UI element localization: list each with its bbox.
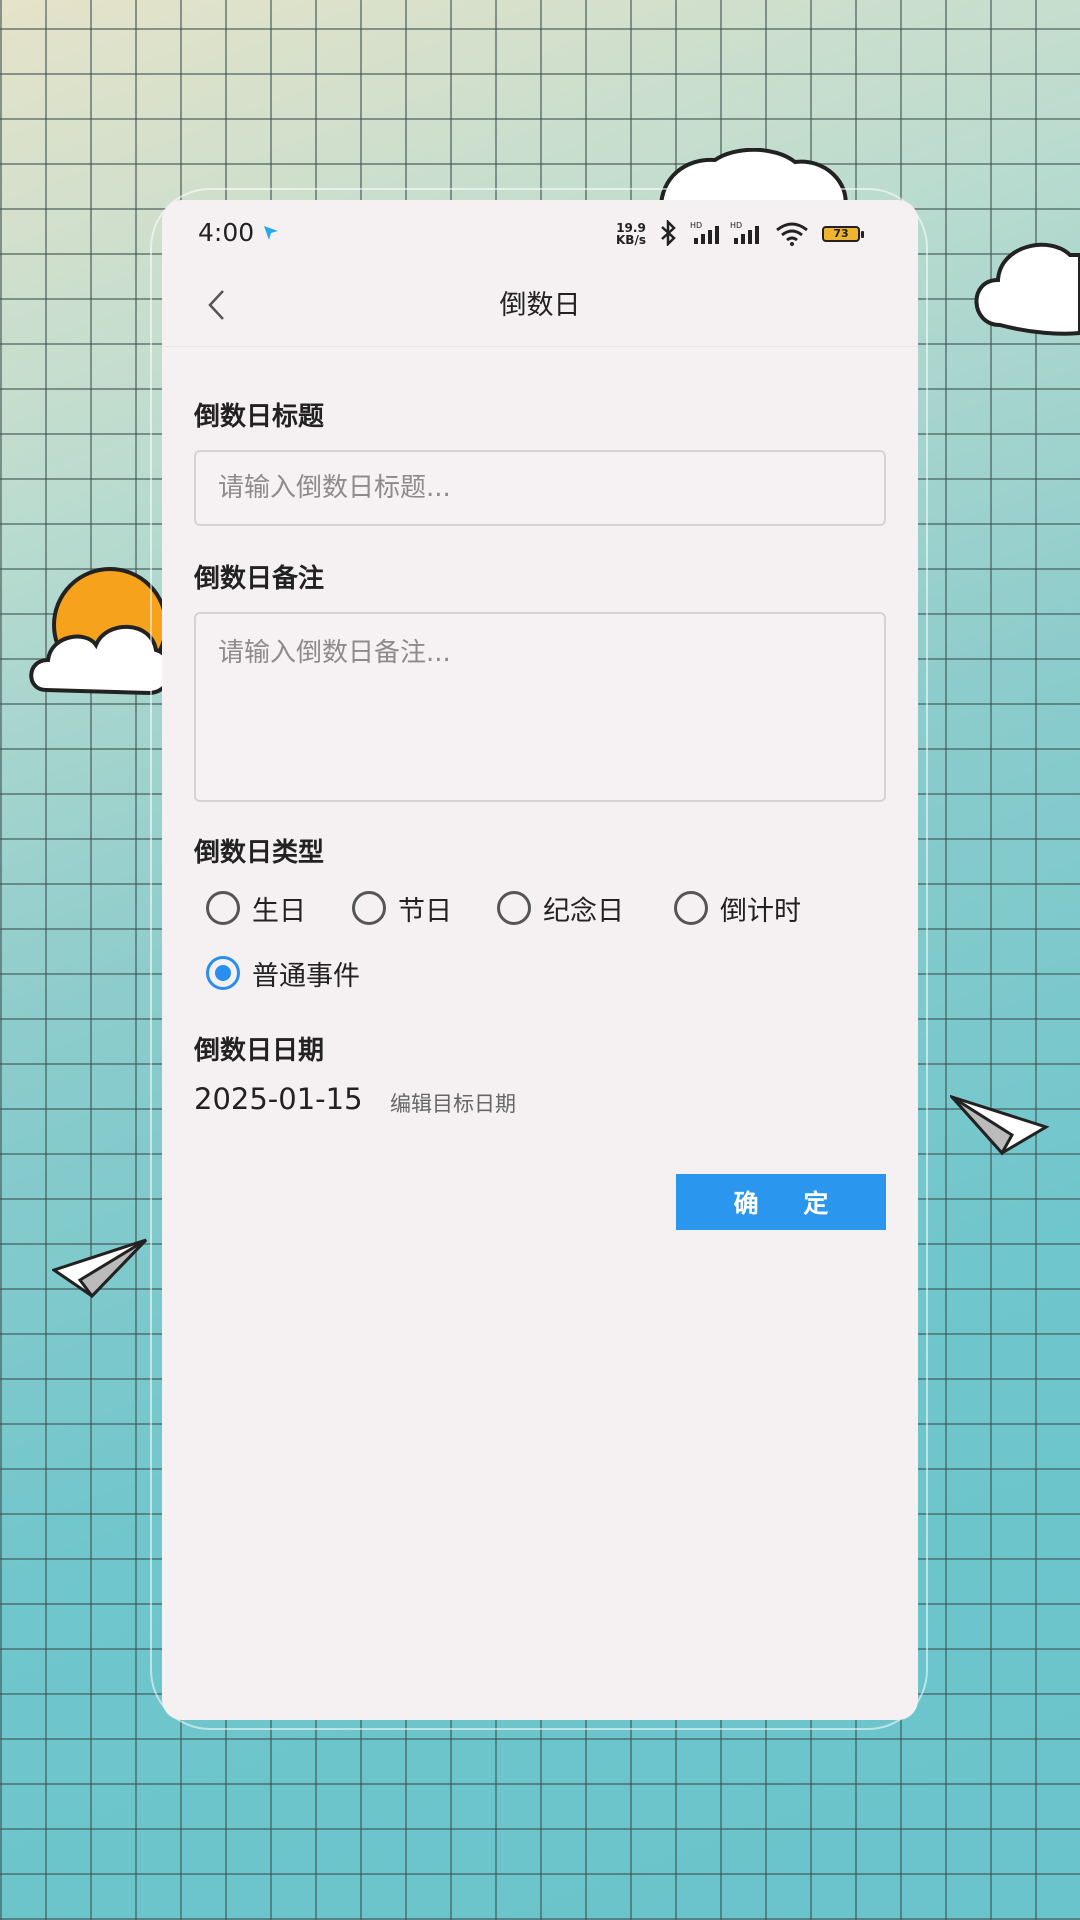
radio-circle-checked[interactable]	[206, 956, 240, 990]
radio-label: 普通事件	[252, 960, 360, 992]
radio-circle[interactable]	[497, 891, 531, 925]
type-label: 倒数日类型	[194, 838, 325, 868]
title-label: 倒数日标题	[194, 402, 325, 432]
battery-icon: 73	[822, 226, 860, 242]
radio-anniversary[interactable]: 纪念日	[497, 886, 624, 930]
radio-circle[interactable]	[674, 891, 708, 925]
signal-1-icon: HD	[690, 221, 719, 244]
radio-label: 纪念日	[543, 895, 624, 927]
title-input-box	[194, 450, 886, 526]
page-title: 倒数日	[499, 290, 581, 321]
confirm-button[interactable]: 确 定	[676, 1174, 886, 1230]
battery-tip	[861, 231, 864, 238]
note-textarea[interactable]	[196, 614, 884, 800]
radio-holiday[interactable]: 节日	[352, 886, 452, 930]
radio-circle[interactable]	[352, 891, 386, 925]
radio-label: 倒计时	[720, 895, 801, 927]
radio-label: 生日	[252, 895, 306, 927]
radio-normal-event[interactable]: 普通事件	[206, 951, 360, 995]
cloud-right-icon	[974, 242, 1080, 336]
signal-2-icon: HD	[730, 221, 759, 244]
app-header: 倒数日	[162, 266, 918, 347]
radio-birthday[interactable]: 生日	[206, 886, 306, 930]
date-value[interactable]: 2025-01-15	[194, 1082, 363, 1116]
net-speed: 19.9 KB/s	[616, 221, 646, 247]
radio-label: 节日	[398, 895, 452, 927]
wifi-icon	[776, 222, 808, 246]
note-label: 倒数日备注	[194, 564, 325, 594]
radio-countdown[interactable]: 倒计时	[674, 886, 801, 930]
title-input[interactable]	[196, 452, 884, 524]
bluetooth-icon	[661, 220, 676, 246]
radio-circle[interactable]	[206, 891, 240, 925]
paper-plane-right-icon	[950, 1095, 1050, 1156]
phone-screen: 4:00 19.9 KB/s HD HD 73 倒数日 倒数日标题 请输入倒数日…	[162, 200, 918, 1720]
status-bar: 4:00 19.9 KB/s HD HD 73	[162, 200, 918, 266]
edit-date-link[interactable]: 编辑目标日期	[390, 1088, 516, 1118]
note-input-box	[194, 612, 886, 802]
location-arrow-icon	[264, 226, 278, 240]
paper-plane-left-icon	[52, 1238, 148, 1299]
svg-text:HD: HD	[730, 221, 742, 230]
status-time: 4:00	[198, 218, 255, 247]
svg-text:HD: HD	[690, 221, 702, 230]
date-label: 倒数日日期	[194, 1036, 325, 1066]
